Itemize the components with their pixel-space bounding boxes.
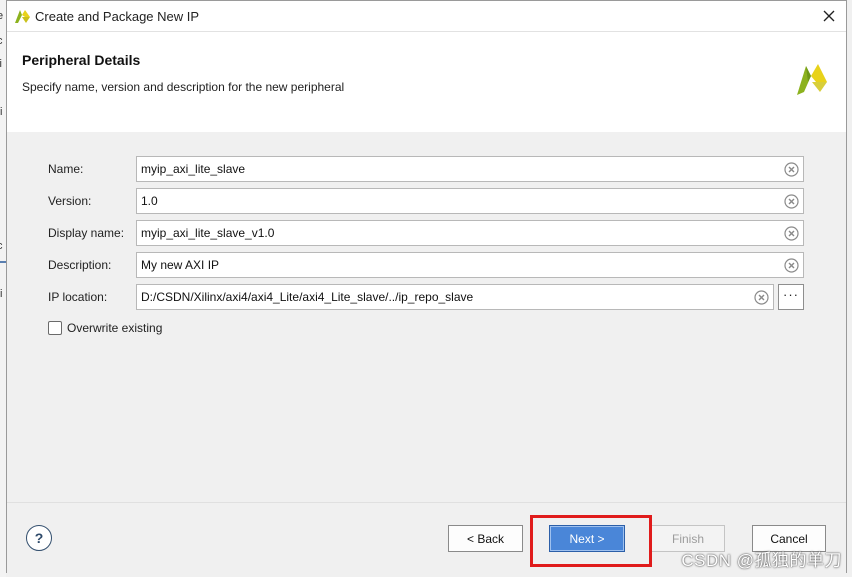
display-name-label: Display name: xyxy=(48,226,125,240)
description-field[interactable] xyxy=(136,252,804,278)
help-button[interactable]: ? xyxy=(26,525,52,551)
display-name-field[interactable] xyxy=(136,220,804,246)
version-field[interactable] xyxy=(136,188,804,214)
display-name-input[interactable] xyxy=(137,221,803,245)
xilinx-logo-icon xyxy=(15,10,30,23)
clear-icon[interactable] xyxy=(784,194,799,209)
window-title: Create and Package New IP xyxy=(35,9,200,24)
xilinx-logo-icon xyxy=(797,64,827,95)
backdrop-text: c xyxy=(0,240,3,252)
version-label: Version: xyxy=(48,194,92,208)
version-input[interactable] xyxy=(137,189,803,213)
ip-location-row: IP location: ··· xyxy=(48,284,808,310)
create-package-ip-dialog: Create and Package New IP Peripheral Det… xyxy=(6,0,847,574)
backdrop-text: c xyxy=(0,35,3,47)
name-label: Name: xyxy=(48,162,84,176)
close-button[interactable] xyxy=(816,5,842,27)
description-row: Description: xyxy=(48,252,808,278)
backdrop-text: ti xyxy=(0,288,3,300)
wizard-header: Peripheral Details Specify name, version… xyxy=(7,32,846,132)
form-panel: Name: Version: Dis xyxy=(7,132,846,502)
page-subtitle: Specify name, version and description fo… xyxy=(22,80,345,94)
close-icon[interactable] xyxy=(823,10,835,22)
description-label: Description: xyxy=(48,258,112,272)
overwrite-label[interactable]: Overwrite existing xyxy=(67,321,162,335)
clear-icon[interactable] xyxy=(784,162,799,177)
clear-icon[interactable] xyxy=(784,258,799,273)
next-button[interactable]: Next > xyxy=(549,525,625,552)
back-button[interactable]: < Back xyxy=(448,525,523,552)
description-input[interactable] xyxy=(137,253,803,277)
clear-icon[interactable] xyxy=(784,226,799,241)
browse-location-button[interactable]: ··· xyxy=(778,284,804,310)
name-row: Name: xyxy=(48,156,808,182)
name-input[interactable] xyxy=(137,157,803,181)
ip-location-input[interactable] xyxy=(137,285,773,309)
backdrop-text: e xyxy=(0,10,4,22)
name-field[interactable] xyxy=(136,156,804,182)
backdrop-text: ti xyxy=(0,106,3,118)
ip-location-field[interactable] xyxy=(136,284,774,310)
clear-icon[interactable] xyxy=(754,290,769,305)
overwrite-checkbox[interactable] xyxy=(48,321,62,335)
display-name-row: Display name: xyxy=(48,220,808,246)
version-row: Version: xyxy=(48,188,808,214)
watermark-text: CSDN @孤独的单刀 xyxy=(681,551,842,570)
page-title: Peripheral Details xyxy=(22,52,141,68)
ip-location-label: IP location: xyxy=(48,290,108,304)
backdrop-text: ii xyxy=(0,58,2,70)
title-bar: Create and Package New IP xyxy=(7,1,846,32)
